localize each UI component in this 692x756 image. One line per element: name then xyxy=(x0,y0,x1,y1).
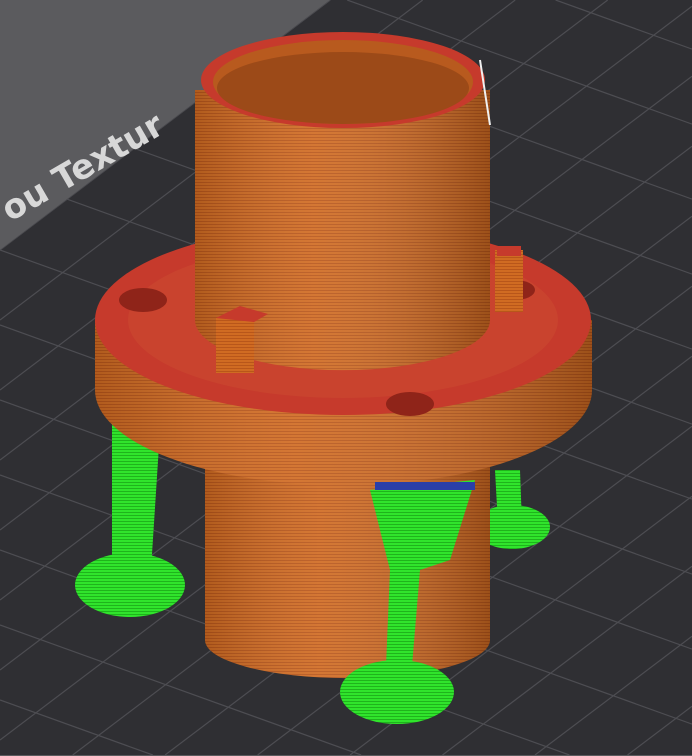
3d-preview-viewport[interactable]: ou Textur xyxy=(0,0,692,756)
scene: ou Textur xyxy=(0,0,692,755)
grid-line xyxy=(0,0,146,111)
part-key-tab-right xyxy=(495,246,523,312)
grid-line xyxy=(0,0,54,41)
